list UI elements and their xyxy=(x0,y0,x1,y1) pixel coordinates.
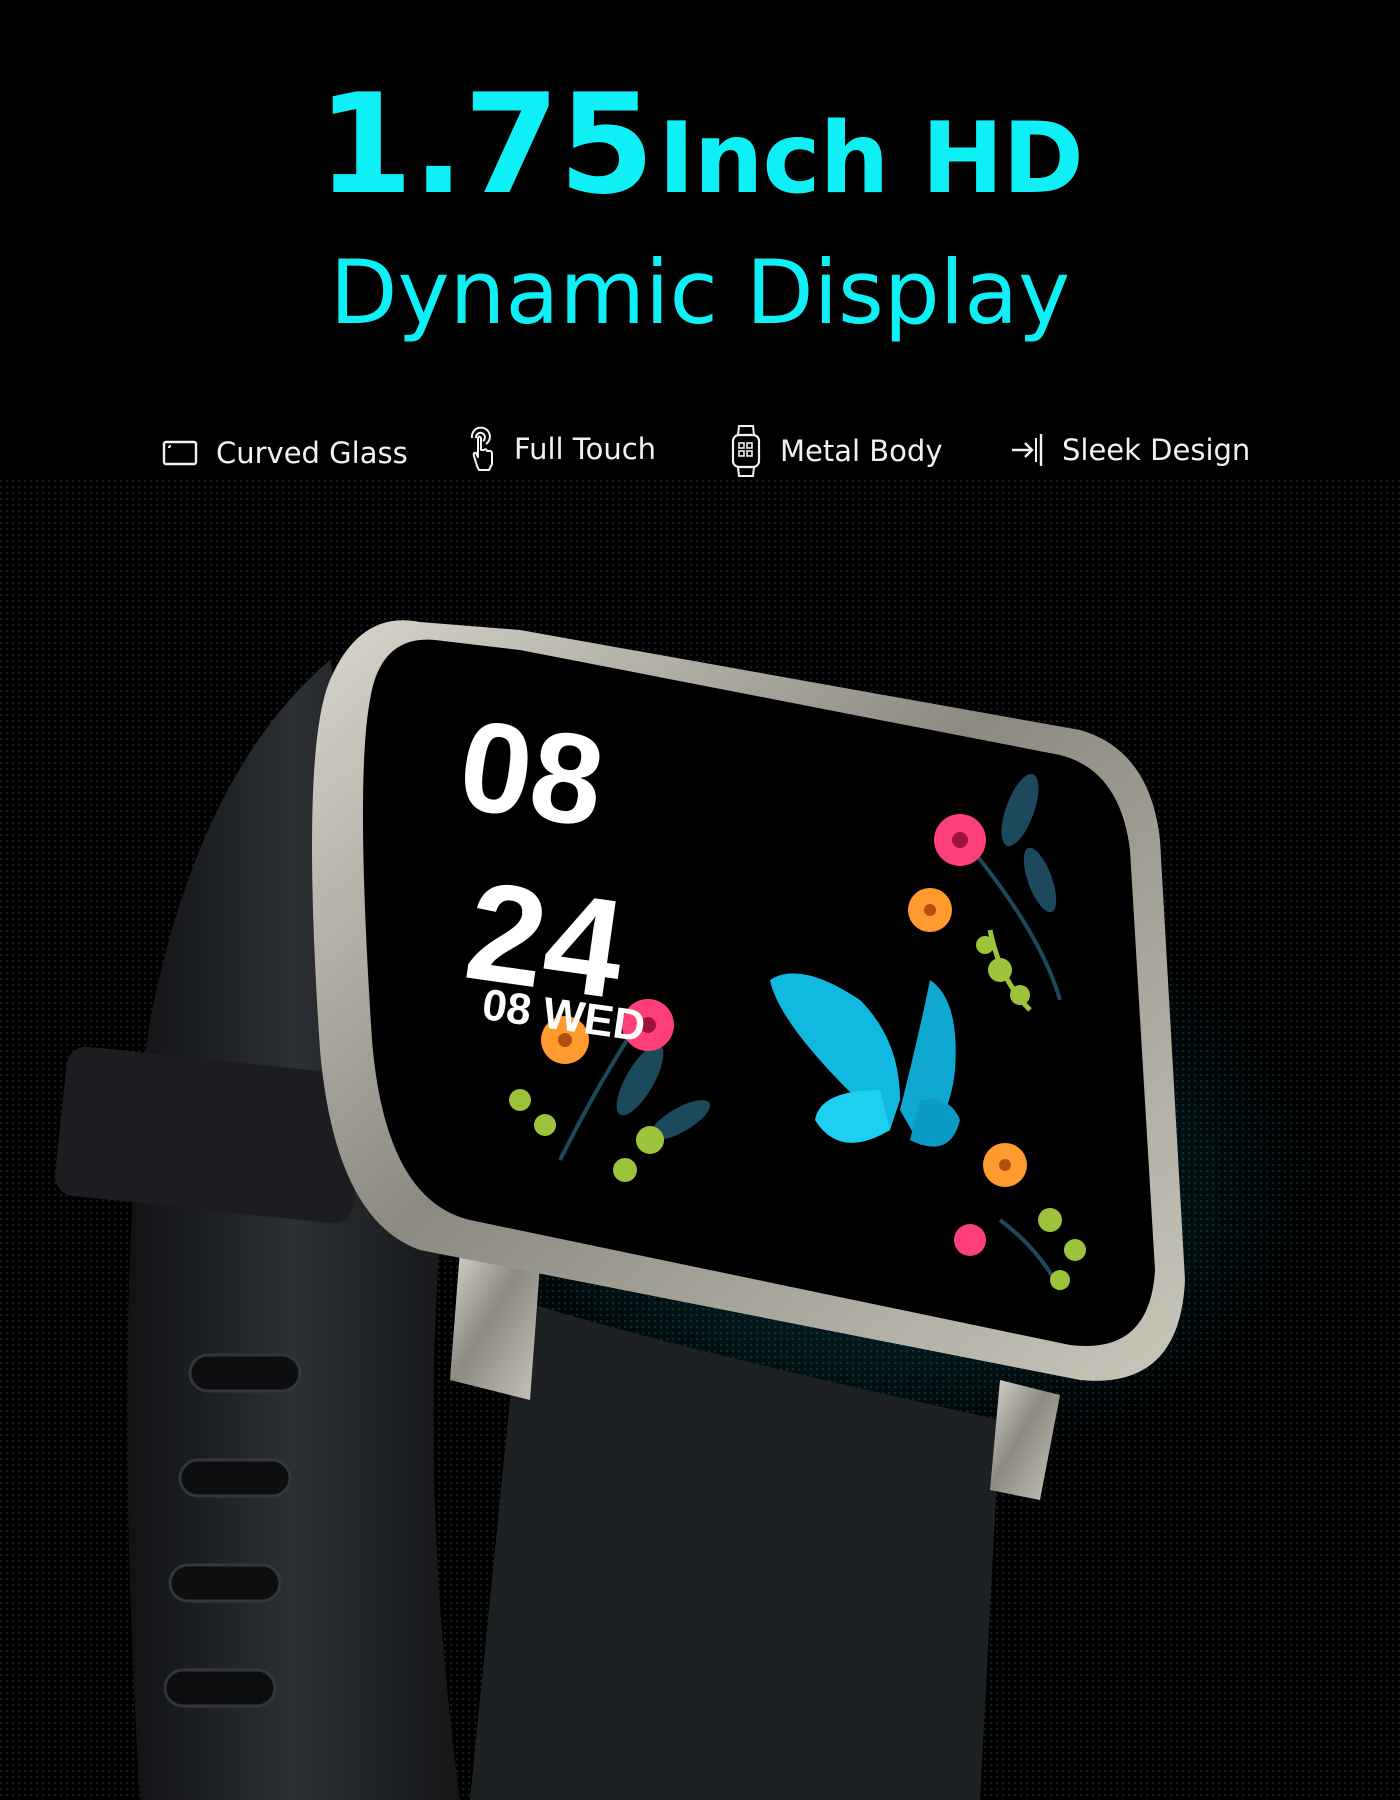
smartwatch-image xyxy=(54,620,1185,1800)
feature-label: Sleek Design xyxy=(1062,433,1251,467)
arrow-to-bar-icon xyxy=(1012,434,1043,466)
strap-loop xyxy=(54,1046,366,1224)
feature-metal-body: Metal Body xyxy=(730,424,943,478)
display-size: 1.75 xyxy=(317,64,654,225)
feature-full-touch: Full Touch xyxy=(466,426,656,472)
lug-left xyxy=(450,1250,540,1400)
lug-right xyxy=(990,1380,1060,1500)
headline: 1.75 Inch HD xyxy=(0,70,1400,234)
feature-curved-glass: Curved Glass xyxy=(162,436,408,470)
feature-label: Full Touch xyxy=(514,432,657,466)
touch-hand-icon xyxy=(470,426,493,471)
feature-label: Curved Glass xyxy=(216,436,408,470)
curved-glass-icon xyxy=(162,440,198,466)
display-size-suffix: Inch HD xyxy=(658,102,1084,216)
feature-list: Curved Glass Full Touch Metal Body Sleek… xyxy=(0,420,1400,480)
watch-hour: 08 xyxy=(451,693,612,855)
feature-label: Metal Body xyxy=(780,434,943,468)
headline-subtitle: Dynamic Display xyxy=(329,241,1071,344)
strap-front xyxy=(470,1300,1000,1800)
watch-icon xyxy=(731,425,761,477)
feature-sleek-design: Sleek Design xyxy=(1010,432,1250,468)
